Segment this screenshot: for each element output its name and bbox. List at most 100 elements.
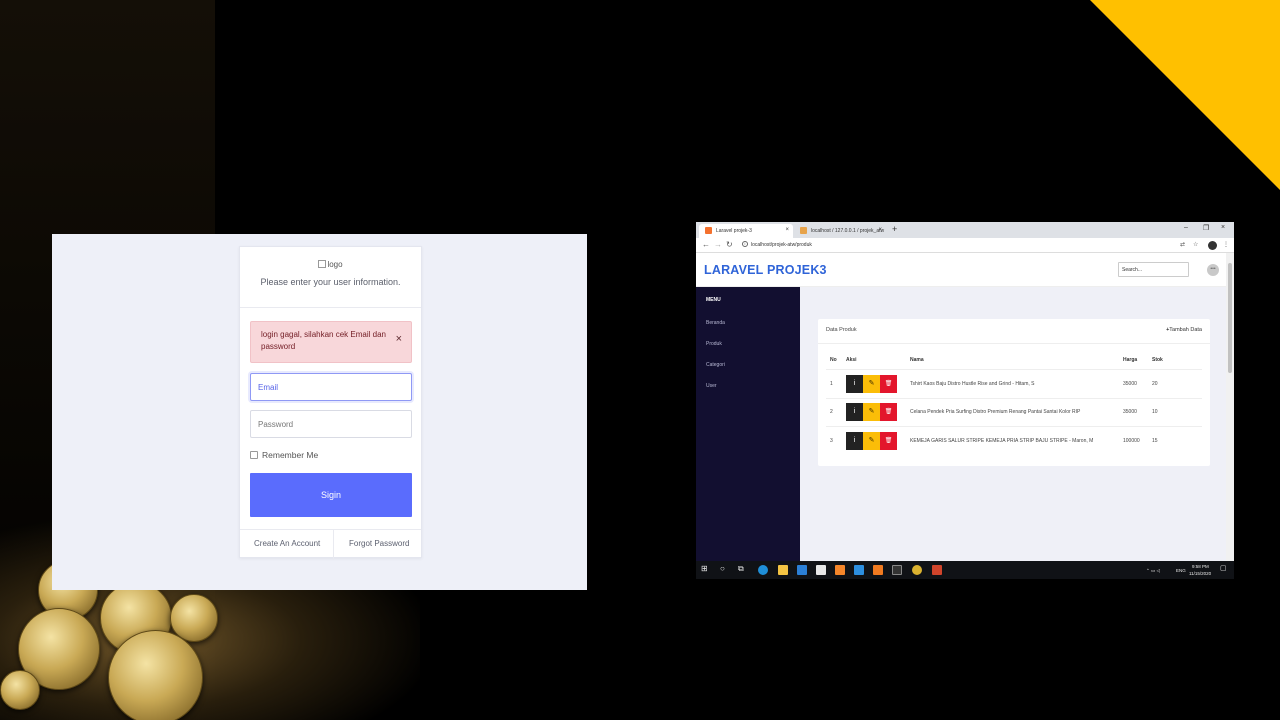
info-button[interactable]: i [846, 432, 863, 450]
column-header-stok: Stok [1152, 357, 1163, 363]
sublime-icon[interactable] [835, 565, 845, 575]
remember-me-label: Remember Me [262, 450, 319, 460]
tab-phpmyadmin[interactable]: localhost / 127.0.0.1 / projek_atw × [794, 224, 886, 238]
back-icon[interactable]: ← [702, 240, 710, 249]
cell-harga: 35000 [1123, 409, 1137, 415]
url-text[interactable]: localhost/projek-atw/produk [751, 242, 812, 248]
broken-image-icon [318, 260, 327, 268]
row-divider [826, 426, 1202, 427]
user-avatar[interactable]: ••• [1207, 264, 1219, 276]
menu-heading: MENU [706, 297, 721, 303]
login-screenshot: logo Please enter your user information.… [52, 234, 587, 590]
signin-button[interactable]: Sigin [250, 473, 412, 517]
remember-me-checkbox[interactable] [250, 451, 258, 459]
sidebar-item-user[interactable]: User [706, 383, 717, 389]
footer-divider [333, 530, 334, 560]
cell-no: 1 [830, 381, 833, 387]
tab-close-icon[interactable]: × [785, 227, 789, 233]
edit-button[interactable]: ✎ [863, 403, 880, 421]
terminal-icon[interactable] [892, 565, 902, 575]
tray-icons[interactable]: ⌃ ▭ ◁ [1146, 568, 1160, 574]
column-header-nama: Nama [910, 357, 924, 363]
login-error-alert: login gagal, silahkan cek Email dan pass… [250, 321, 412, 363]
yellow-corner-triangle [1090, 0, 1280, 190]
cell-stok: 10 [1152, 409, 1158, 415]
sidebar-item-beranda[interactable]: Beranda [706, 320, 725, 326]
search-icon[interactable]: ○ [720, 564, 725, 573]
row-divider [826, 398, 1202, 399]
password-field[interactable] [250, 410, 412, 438]
task-view-icon[interactable]: ⧉ [738, 564, 744, 574]
info-icon: i [853, 437, 856, 444]
info-button[interactable]: i [846, 375, 863, 393]
sidebar-item-produk[interactable]: Produk [706, 341, 722, 347]
app-brand[interactable]: LARAVEL PROJEK3 [704, 263, 827, 277]
notification-icon[interactable]: ▢ [1220, 564, 1227, 572]
edge-icon[interactable] [758, 565, 768, 575]
store-icon[interactable] [816, 565, 826, 575]
language-indicator[interactable]: ENG [1176, 568, 1186, 573]
logo-alt-text: logo [327, 260, 343, 269]
presentation-slide: logo Please enter your user information.… [0, 0, 1280, 720]
delete-button[interactable]: 🗑 [880, 432, 897, 450]
forgot-password-link[interactable]: Forgot Password [349, 539, 409, 548]
cell-nama: Celana Pendek Pria Surfing Distro Premiu… [910, 409, 1081, 415]
create-account-link[interactable]: Create An Account [254, 539, 320, 548]
file-explorer-icon[interactable] [778, 565, 788, 575]
more-menu-icon[interactable]: ⋮ [1223, 241, 1229, 248]
translate-icon[interactable]: ⇄ [1180, 241, 1185, 248]
cell-stok: 15 [1152, 438, 1158, 444]
mail-icon[interactable] [797, 565, 807, 575]
cell-harga: 100000 [1123, 438, 1140, 444]
windows-taskbar: ⊞ ○ ⧉ ⌃ ▭ ◁ ENG 9:58 PM 11/15/2020 ▢ [696, 561, 1234, 579]
minimize-button[interactable]: – [1184, 224, 1188, 231]
info-icon[interactable]: i [742, 241, 748, 247]
sidebar-item-categori[interactable]: Categori [706, 362, 725, 368]
email-field[interactable] [250, 373, 412, 401]
data-produk-panel: Data Produk +Tambah Data No Aksi Nama Ha… [818, 319, 1210, 466]
maximize-button[interactable]: ❐ [1203, 224, 1209, 232]
page-scrollbar[interactable] [1226, 253, 1234, 561]
star-icon[interactable]: ☆ [1193, 241, 1198, 248]
windows-start-icon[interactable]: ⊞ [701, 564, 708, 573]
add-data-button[interactable]: +Tambah Data [1166, 327, 1202, 333]
delete-button[interactable]: 🗑 [880, 403, 897, 421]
column-header-aksi: Aksi [846, 357, 857, 363]
trash-icon: 🗑 [884, 409, 893, 415]
vscode-icon[interactable] [854, 565, 864, 575]
xampp-icon[interactable] [873, 565, 883, 575]
tab-close-icon[interactable]: × [878, 227, 882, 233]
scroll-thumb[interactable] [1228, 263, 1232, 373]
clock-date[interactable]: 11/15/2020 [1189, 571, 1211, 576]
window-close-button[interactable]: × [1221, 224, 1225, 231]
tab-laravel-projek[interactable]: Laravel projek-3 × [699, 224, 793, 238]
address-bar: ← → ↻ i localhost/projek-atw/produk ⇄ ☆ … [696, 238, 1234, 253]
trash-icon: 🗑 [884, 438, 893, 444]
info-icon: i [853, 408, 856, 415]
login-subtitle: Please enter your user information. [260, 277, 401, 287]
edit-button[interactable]: ✎ [863, 432, 880, 450]
cell-nama: KEMEJA GARIS SALUR STRIPE KEMEJA PRIA ST… [910, 438, 1094, 444]
profile-icon[interactable] [1208, 241, 1217, 250]
cell-nama: Tshirt Kaos Baju Distro Hustle Rise and … [910, 381, 1035, 387]
forward-icon[interactable]: → [714, 240, 722, 249]
header-divider [826, 369, 1202, 370]
login-card: logo Please enter your user information.… [239, 246, 422, 560]
delete-button[interactable]: 🗑 [880, 375, 897, 393]
alert-message: login gagal, silahkan cek Email dan pass… [261, 330, 386, 351]
powerpoint-icon[interactable] [932, 565, 942, 575]
close-icon[interactable]: × [396, 333, 402, 345]
column-header-harga: Harga [1123, 357, 1138, 363]
app-header: LARAVEL PROJEK3 ••• [696, 253, 1226, 287]
reload-icon[interactable]: ↻ [726, 240, 733, 249]
edit-button[interactable]: ✎ [863, 375, 880, 393]
info-button[interactable]: i [846, 403, 863, 421]
edit-icon: ✎ [868, 380, 875, 387]
phpmyadmin-favicon-icon [800, 227, 807, 234]
search-input[interactable] [1118, 262, 1189, 277]
clock-time[interactable]: 9:58 PM [1192, 564, 1209, 569]
new-tab-button[interactable]: + [892, 224, 897, 234]
chrome-icon[interactable] [912, 565, 922, 575]
remember-me[interactable]: Remember Me [250, 450, 318, 460]
browser-tab-bar: Laravel projek-3 × localhost / 127.0.0.1… [696, 222, 1234, 238]
